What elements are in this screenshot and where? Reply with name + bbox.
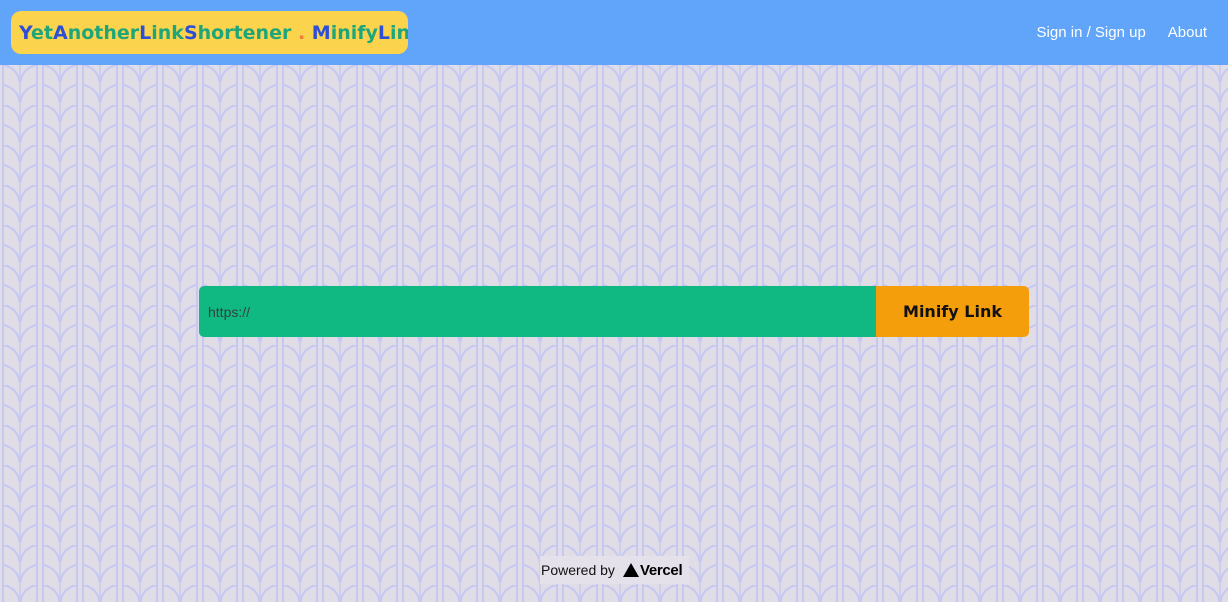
logo-segment: ink [151, 22, 184, 44]
vercel-logo: Vercel [622, 561, 683, 579]
logo-segment: et [31, 22, 53, 44]
logo-segment: nother [67, 22, 140, 44]
powered-by-vercel-badge[interactable]: Powered by Vercel [540, 556, 689, 584]
logo-segment: M [311, 22, 331, 44]
shorten-form: Minify Link [199, 286, 1029, 337]
logo-segment: . [291, 22, 312, 44]
logo-segment: inify [330, 22, 378, 44]
logo-segment: hortener [197, 22, 292, 44]
nav-links: Sign in / Sign up About [1037, 0, 1207, 65]
signin-signup-link[interactable]: Sign in / Sign up [1037, 24, 1146, 41]
vercel-triangle-icon [622, 563, 639, 577]
site-logo[interactable]: YetAnotherLinkShortener . MinifyLink [11, 11, 408, 54]
powered-by-label: Powered by [541, 562, 615, 578]
about-link[interactable]: About [1168, 24, 1207, 41]
logo-segment: L [139, 22, 152, 44]
vercel-wordmark: Vercel [639, 561, 683, 579]
navbar: YetAnotherLinkShortener . MinifyLink Sig… [0, 0, 1228, 65]
logo-segment: S [183, 22, 198, 44]
minify-link-button[interactable]: Minify Link [876, 286, 1029, 337]
logo-segment: L [377, 22, 391, 44]
logo-segment: A [52, 22, 68, 44]
url-input[interactable] [199, 286, 876, 337]
logo-segment: ink [390, 22, 408, 44]
logo-segment: Y [19, 22, 32, 44]
